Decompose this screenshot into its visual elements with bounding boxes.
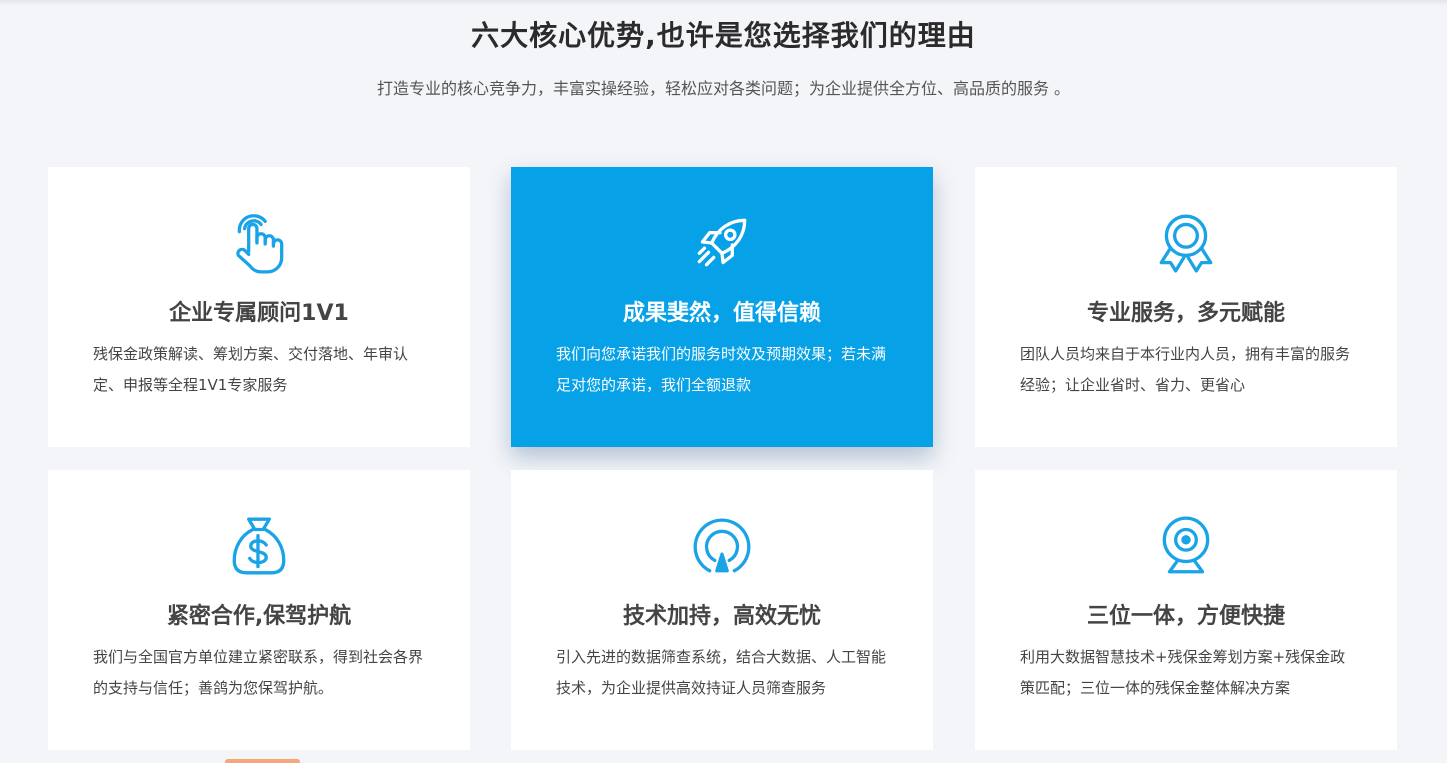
card-description: 利用大数据智慧技术+残保金筹划方案+残保金政策匹配；三位一体的残保金整体解决方案 (1020, 648, 1346, 697)
card-description: 我们向您承诺我们的服务时效及预期效果；若未满足对您的承诺，我们全额退款 (556, 345, 887, 394)
section-title: 六大核心优势,也许是您选择我们的理由 (471, 19, 976, 52)
card-description: 引入先进的数据筛查系统，结合大数据、人工智能技术，为企业提供高效持证人员筛查服务 (556, 648, 887, 697)
card-title: 成果斐然，值得信赖 (622, 301, 821, 326)
advantage-card-technology[interactable]: 技术加持，高效无忧 引入先进的数据筛查系统，结合大数据、人工智能技术，为企业提供… (511, 470, 933, 750)
advantage-card-consultant[interactable]: 企业专属顾问1V1 残保金政策解读、筹划方案、交付落地、年审认定、申报等全程1V… (48, 167, 470, 447)
top-shadow (0, 0, 1447, 6)
webcam-icon (975, 510, 1397, 582)
money-bag-icon (48, 510, 470, 582)
section-subtitle: 打造专业的核心竞争力，丰富实操经验，轻松应对各类问题；为企业提供全方位、高品质的… (376, 79, 1071, 98)
award-badge-icon (975, 207, 1397, 279)
signal-target-icon (511, 510, 933, 582)
card-description: 团队人员均来自于本行业内人员，拥有丰富的服务经验；让企业省时、省力、更省心 (1020, 345, 1351, 394)
card-description: 我们与全国官方单位建立紧密联系，得到社会各界的支持与信任；善鸽为您保驾护航。 (93, 648, 424, 697)
card-title: 专业服务，多元赋能 (1086, 301, 1285, 326)
card-title: 企业专属顾问1V1 (169, 301, 349, 326)
bottom-accent-bar (225, 759, 300, 763)
advantage-card-results[interactable]: 成果斐然，值得信赖 我们向您承诺我们的服务时效及预期效果；若未满足对您的承诺，我… (511, 167, 933, 447)
advantage-card-integration[interactable]: 三位一体，方便快捷 利用大数据智慧技术+残保金筹划方案+残保金政策匹配；三位一体… (975, 470, 1397, 750)
card-title: 技术加持，高效无忧 (622, 604, 821, 629)
card-description: 残保金政策解读、筹划方案、交付落地、年审认定、申报等全程1V1专家服务 (93, 345, 409, 394)
pointing-hand-icon (48, 207, 470, 279)
rocket-icon (511, 207, 933, 279)
card-title: 紧密合作,保驾护航 (166, 604, 352, 629)
advantage-card-cooperation[interactable]: 紧密合作,保驾护航 我们与全国官方单位建立紧密联系，得到社会各界的支持与信任；善… (48, 470, 470, 750)
card-title: 三位一体，方便快捷 (1086, 604, 1285, 629)
advantage-card-professional[interactable]: 专业服务，多元赋能 团队人员均来自于本行业内人员，拥有丰富的服务经验；让企业省时… (975, 167, 1397, 447)
